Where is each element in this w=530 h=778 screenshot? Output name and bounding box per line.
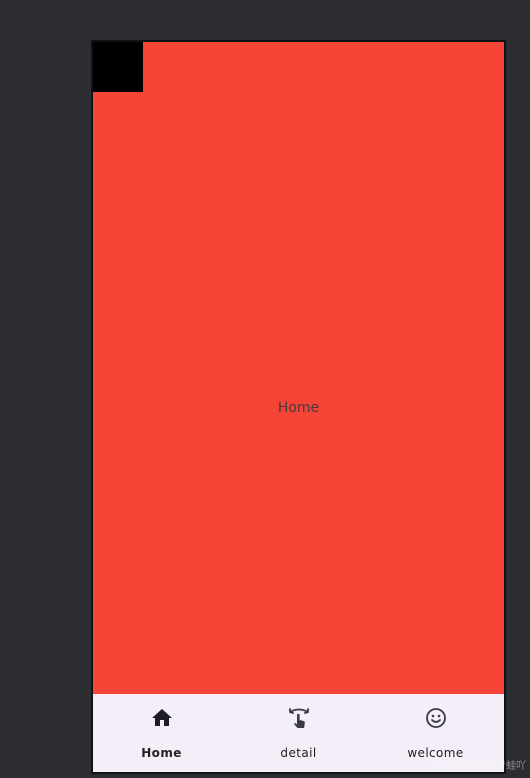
nav-label-detail: detail	[280, 746, 317, 760]
home-icon	[150, 706, 174, 730]
nav-label-home: Home	[141, 746, 182, 760]
touch-swipe-icon	[287, 706, 311, 730]
home-screen: Home	[93, 42, 504, 694]
screen-title: Home	[277, 400, 320, 416]
black-corner-box	[93, 42, 143, 92]
nav-item-detail[interactable]: detail	[230, 694, 367, 772]
smiley-icon	[424, 706, 448, 730]
watermark-text: CSDN @小小青蛙吖	[434, 761, 526, 772]
emulator-frame: Home Home detail welcome	[91, 40, 506, 774]
nav-item-home[interactable]: Home	[93, 694, 230, 772]
